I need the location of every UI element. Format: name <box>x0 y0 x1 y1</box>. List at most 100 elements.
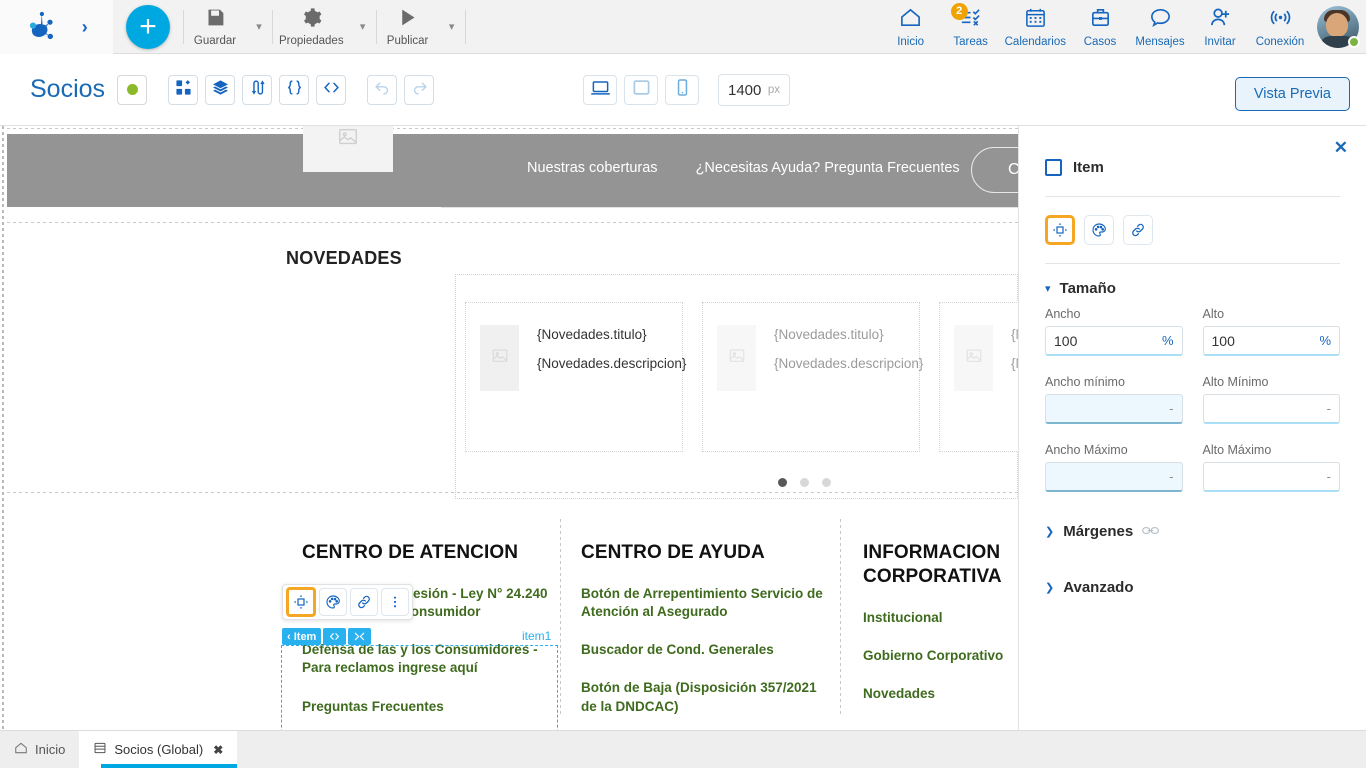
selection-collapse-chip[interactable] <box>348 628 372 645</box>
status-indicator-button[interactable] <box>117 74 148 105</box>
field-row-maximos: Ancho Máximo - Alto Máximo - <box>1045 443 1340 492</box>
ancho-maximo-input[interactable]: - <box>1045 462 1183 492</box>
avatar[interactable] <box>1310 0 1366 54</box>
braces-button[interactable] <box>279 74 310 105</box>
footer-link[interactable]: Gobierno Corporativo <box>863 647 1018 665</box>
chevron-right-icon: ❯ <box>1045 582 1055 594</box>
alto-input[interactable]: 100 % <box>1202 326 1340 356</box>
tab-link[interactable] <box>1123 215 1153 245</box>
logo-zone: › <box>0 0 113 54</box>
tab-layout[interactable] <box>1045 215 1075 245</box>
element-palette-button[interactable] <box>319 588 347 616</box>
close-icon[interactable]: ✕ <box>1334 139 1348 156</box>
site-cta-button[interactable]: Co <box>971 147 1018 193</box>
news-card[interactable]: {Novedades.titulo} {Novedades.descripcio… <box>702 302 923 452</box>
bottom-tab-socios[interactable]: Socios (Global) ✖ <box>79 731 238 768</box>
footer-link[interactable]: Novedades <box>863 685 1018 703</box>
element-move-resize-button[interactable] <box>286 587 316 617</box>
code-button[interactable] <box>316 74 347 105</box>
bottom-tab-label: Inicio <box>35 742 66 757</box>
field-label: Alto Mínimo <box>1202 375 1269 389</box>
add-zone: + <box>113 4 183 49</box>
device-mobile-button[interactable] <box>665 75 699 105</box>
bottom-tab-bar: Inicio Socios (Global) ✖ <box>0 730 1366 768</box>
nav-item-invitar[interactable]: Invitar <box>1190 0 1250 54</box>
site-nav-link-coberturas[interactable]: Nuestras coberturas <box>527 160 658 176</box>
alto-minimo-input[interactable]: - <box>1202 394 1340 424</box>
flows-button[interactable] <box>242 74 273 105</box>
redo-button[interactable] <box>404 74 435 105</box>
novedades-heading: NOVEDADES <box>286 248 402 268</box>
footer-link[interactable]: Defensa de las y los Consumidores - Para… <box>302 641 551 677</box>
footer-link[interactable]: Preguntas Frecuentes <box>302 698 551 716</box>
play-icon <box>397 7 418 33</box>
nav-item-mensajes[interactable]: Mensajes <box>1130 0 1190 54</box>
site-logo-placeholder[interactable] <box>303 126 393 172</box>
save-dropdown-caret[interactable]: ▾ <box>246 0 272 54</box>
save-button[interactable]: Guardar <box>184 0 246 54</box>
app-logo-icon[interactable] <box>25 10 59 44</box>
section-margenes-header[interactable]: ❯ Márgenes <box>1045 507 1340 550</box>
footer-heading: INFORMACION CORPORATIVA <box>863 542 1002 587</box>
nav-item-calendarios[interactable]: Calendarios <box>1001 0 1070 54</box>
alto-maximo-input[interactable]: - <box>1202 462 1340 492</box>
footer-link[interactable]: Botón de Arrepentimiento Servicio de Ate… <box>581 585 833 621</box>
components-button[interactable] <box>168 74 199 105</box>
image-placeholder-icon <box>491 347 509 370</box>
news-card[interactable]: {N {N pc <box>939 302 1018 452</box>
viewport-width-value: 1400 <box>728 81 762 99</box>
flows-icon <box>249 79 266 101</box>
section-tamano-header[interactable]: ▾ Tamaño <box>1045 264 1340 307</box>
selection-parent-chip[interactable]: ‹ Item <box>282 628 322 645</box>
carousel-dot-3[interactable] <box>822 478 831 487</box>
layers-button[interactable] <box>205 74 236 105</box>
canvas-area[interactable]: Nuestras coberturas ¿Necesitas Ayuda? Pr… <box>0 126 1018 730</box>
item-square-icon <box>1045 159 1062 176</box>
bottom-tab-inicio[interactable]: Inicio <box>0 731 80 768</box>
nav-item-inicio[interactable]: Inicio <box>881 0 941 54</box>
divider <box>441 207 1018 208</box>
site-nav-link-ayuda[interactable]: ¿Necesitas Ayuda? Pregunta Frecuentes <box>696 160 960 176</box>
footer-link[interactable]: Botón de Baja (Disposición 357/2021 de l… <box>581 679 833 715</box>
publish-button[interactable]: Publicar <box>377 0 439 54</box>
field-label: Alto Máximo <box>1202 443 1272 457</box>
publish-dropdown-caret[interactable]: ▾ <box>439 0 465 54</box>
nav-item-conexion[interactable]: Conexión <box>1250 0 1310 54</box>
nav-item-casos[interactable]: Casos <box>1070 0 1130 54</box>
section-avanzado-header[interactable]: ❯ Avanzado <box>1045 563 1340 606</box>
carousel-dot-1[interactable] <box>778 478 787 487</box>
news-card[interactable]: {Novedades.titulo} {Novedades.descripcio… <box>465 302 686 452</box>
device-desktop-button[interactable] <box>583 75 617 105</box>
site-preview[interactable]: Nuestras coberturas ¿Necesitas Ayuda? Pr… <box>7 126 1018 717</box>
footer-link[interactable]: Institucional <box>863 609 1018 627</box>
field-alto-maximo: Alto Máximo - <box>1202 443 1340 492</box>
element-toolbar[interactable] <box>282 584 413 620</box>
properties-button[interactable]: Propiedades <box>273 0 350 54</box>
ancho-input[interactable]: 100 % <box>1045 326 1183 356</box>
add-button[interactable]: + <box>126 4 170 49</box>
device-tablet-button[interactable] <box>624 75 658 105</box>
properties-dropdown-caret[interactable]: ▾ <box>350 0 376 54</box>
ancho-minimo-input[interactable]: - <box>1045 394 1183 424</box>
viewport-width-input[interactable]: 1400 px <box>718 74 790 106</box>
selection-code-chip[interactable] <box>323 628 347 645</box>
nav-item-tareas[interactable]: 2 Tareas <box>941 0 1001 54</box>
tab-style[interactable] <box>1084 215 1114 245</box>
chevron-right-icon[interactable]: › <box>82 18 88 36</box>
preview-button[interactable]: Vista Previa <box>1234 77 1350 111</box>
footer-heading: CENTRO DE ATENCION <box>302 542 519 563</box>
element-more-button[interactable] <box>381 588 409 616</box>
footer-link[interactable]: Buscador de Cond. Generales <box>581 641 833 659</box>
undo-button[interactable] <box>367 74 398 105</box>
carousel-dots[interactable] <box>778 478 831 487</box>
page-title: Socios <box>30 75 106 103</box>
close-icon[interactable]: ✖ <box>213 743 223 757</box>
field-label: Ancho Máximo <box>1045 443 1128 457</box>
carousel-dot-2[interactable] <box>800 478 809 487</box>
element-link-button[interactable] <box>350 588 378 616</box>
news-carousel[interactable]: {Novedades.titulo} {Novedades.descripcio… <box>455 274 1018 499</box>
tareas-badge: 2 <box>950 2 968 20</box>
site-header[interactable]: Nuestras coberturas ¿Necesitas Ayuda? Pr… <box>7 126 1018 207</box>
link-chain-icon[interactable] <box>1142 524 1160 539</box>
site-footer[interactable]: CENTRO DE ATENCION Contratos de adhesión… <box>14 519 1018 717</box>
